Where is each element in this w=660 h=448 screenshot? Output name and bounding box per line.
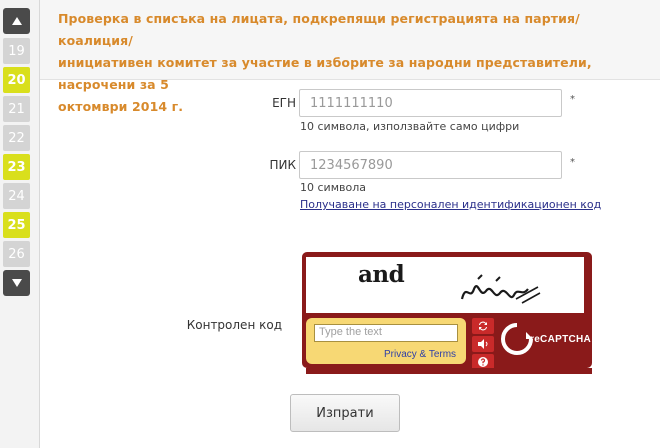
recaptcha-widget: and Type the text Privacy & Terms reCAPT… [302, 252, 592, 370]
pik-required-mark: * [570, 157, 575, 168]
speaker-icon [478, 339, 488, 349]
scroll-down-button[interactable] [3, 270, 30, 296]
recaptcha-logo-icon [501, 323, 533, 355]
captcha-input[interactable]: Type the text [314, 324, 458, 342]
page: 19 20 21 22 23 24 25 26 Проверка в списъка на л… [0, 0, 660, 448]
day-item-21[interactable]: 21 [3, 96, 30, 122]
captcha-input-placeholder: Type the text [319, 326, 382, 338]
captcha-word: and [358, 261, 405, 288]
day-item-26[interactable]: 26 [3, 241, 30, 267]
pik-input-placeholder: 1234567890 [310, 157, 393, 173]
day-item-19[interactable]: 19 [3, 38, 30, 64]
captcha-privacy-link[interactable]: Privacy & Terms [384, 349, 456, 360]
captcha-distorted-word-icon [460, 274, 541, 304]
page-title-line-1: Проверка в списъка на лицата, подкрепящи… [58, 11, 580, 48]
scroll-up-button[interactable] [3, 8, 30, 34]
recaptcha-logo: reCAPTCHA [500, 320, 591, 360]
egn-required-mark: * [570, 94, 575, 105]
pik-input[interactable]: 1234567890 [299, 151, 562, 179]
captcha-audio-button[interactable] [472, 336, 494, 352]
day-item-22[interactable]: 22 [3, 125, 30, 151]
get-pik-link[interactable]: Получаване на персонален идентификационе… [300, 198, 601, 211]
triangle-up-icon [11, 17, 22, 25]
pik-label: ПИК [269, 158, 296, 172]
page-header: Проверка в списъка на лицата, подкрепящи… [40, 0, 660, 114]
day-item-25[interactable]: 25 [3, 212, 30, 238]
egn-input[interactable]: 1111111110 [299, 89, 562, 117]
submit-button[interactable]: Изпрати [290, 394, 400, 432]
get-pik-link-suffix: . [583, 198, 587, 211]
refresh-icon [479, 321, 487, 331]
captcha-input-area: Type the text Privacy & Terms [306, 318, 466, 364]
day-item-23[interactable]: 23 [3, 154, 30, 180]
recaptcha-bottom-strip [306, 368, 592, 374]
day-item-24[interactable]: 24 [3, 183, 30, 209]
day-item-20[interactable]: 20 [3, 67, 30, 93]
captcha-label: Контролен код [186, 318, 282, 332]
captcha-image: and [306, 257, 584, 313]
egn-hint: 10 символа, използвайте само цифри [300, 120, 520, 133]
egn-label: ЕГН [272, 96, 296, 110]
captcha-reload-button[interactable] [472, 318, 494, 334]
pik-hint: 10 символа [300, 181, 366, 194]
recaptcha-logo-text: reCAPTCHA [530, 334, 592, 345]
triangle-down-icon [11, 279, 22, 287]
egn-input-placeholder: 1111111110 [310, 95, 393, 111]
main-panel: Проверка в списъка на лицата, подкрепящи… [39, 0, 660, 448]
help-icon [478, 357, 488, 367]
